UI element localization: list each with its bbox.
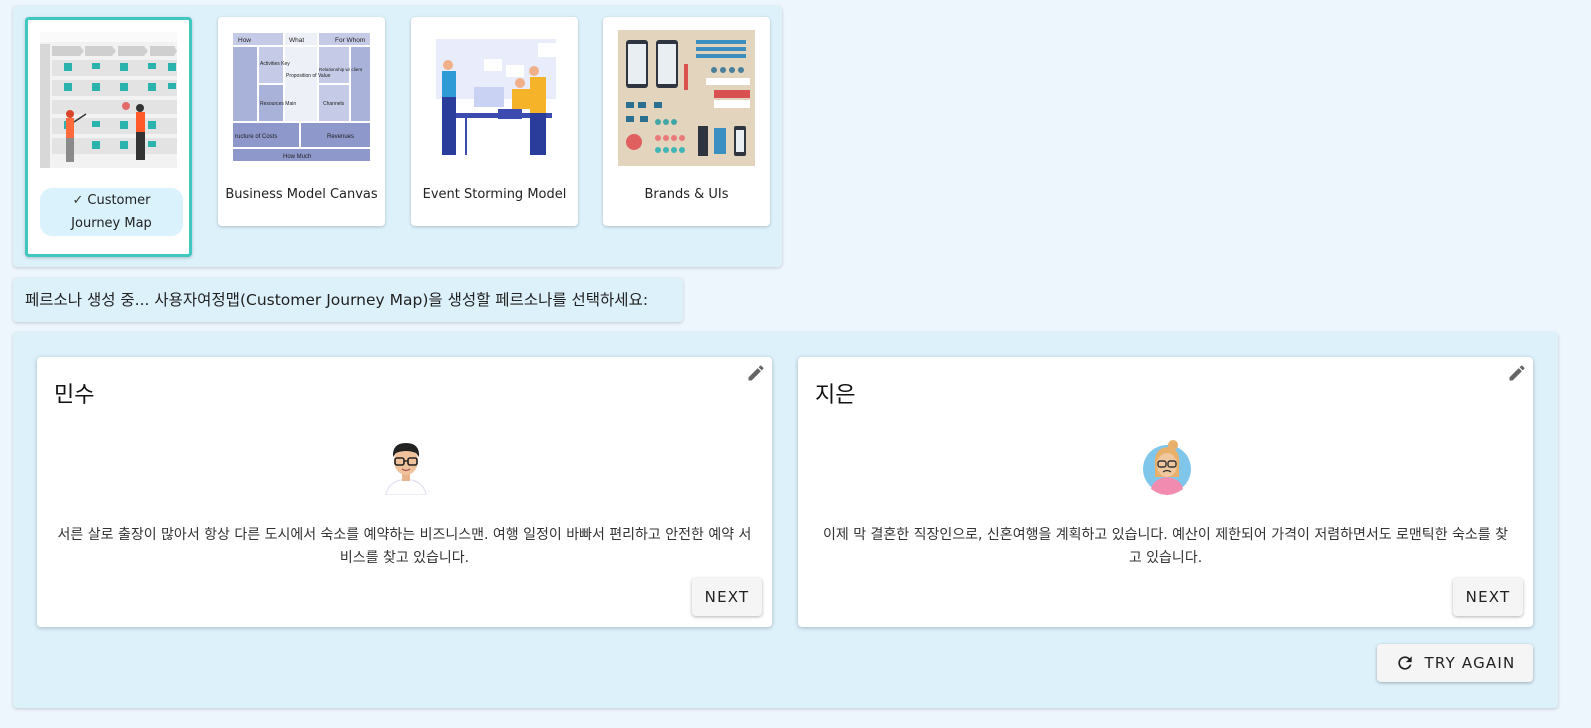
female-avatar-icon (1141, 437, 1193, 495)
svg-text:For Whom: For Whom (335, 37, 365, 44)
persona-name: 지은 (815, 383, 856, 408)
svg-text:Proposition of Value: Proposition of Value (286, 73, 331, 79)
template-card-business-model-canvas[interactable]: How What For Whom Activities Key Proposi… (218, 17, 385, 226)
business-model-canvas-thumbnail-icon: How What For Whom Activities Key Proposi… (233, 33, 370, 169)
persona-description: 이제 막 결혼한 직장인으로, 신혼여행을 계획하고 있습니다. 예산이 제한되… (823, 527, 1508, 566)
check-icon: ✓ (72, 193, 84, 208)
svg-text:Activities Key: Activities Key (260, 61, 290, 67)
customer-journey-thumbnail-icon (40, 32, 177, 168)
template-label: Event Storming Model (422, 187, 567, 202)
refresh-icon (1395, 653, 1415, 673)
try-again-button[interactable]: TRY AGAIN (1377, 644, 1533, 682)
event-storming-thumbnail-icon (426, 35, 563, 171)
svg-text:Revenues: Revenues (327, 134, 354, 140)
svg-text:How Much: How Much (283, 154, 311, 160)
edit-pencil-icon[interactable] (746, 363, 766, 383)
brands-uis-thumbnail-icon (618, 30, 755, 166)
persona-panel: 민수 서른 살로 출장이 많아서 항상 다른 도시에서 숙소를 예약하는 비즈니… (13, 332, 1558, 708)
next-button[interactable]: NEXT (1453, 578, 1523, 616)
next-button[interactable]: NEXT (692, 578, 762, 616)
persona-description: 서른 살로 출장이 많아서 항상 다른 도시에서 숙소를 예약하는 비즈니스맨.… (57, 527, 752, 566)
edit-pencil-icon[interactable] (1507, 363, 1527, 383)
template-panel: ✓ Customer Journey Map How What For Whom … (13, 6, 782, 267)
try-again-label: TRY AGAIN (1424, 654, 1516, 672)
svg-text:Relationship w/ client: Relationship w/ client (319, 67, 363, 72)
svg-text:How: How (238, 37, 251, 44)
svg-text:ructure of Costs: ructure of Costs (235, 134, 277, 140)
svg-text:What: What (289, 37, 304, 44)
template-card-customer-journey-map[interactable]: ✓ Customer Journey Map (25, 17, 192, 257)
status-message: 페르소나 생성 중... 사용자여정맵(Customer Journey Map… (13, 278, 683, 322)
male-avatar-icon (380, 437, 432, 496)
persona-card-1[interactable]: 민수 서른 살로 출장이 많아서 항상 다른 도시에서 숙소를 예약하는 비즈니… (37, 357, 772, 627)
template-card-event-storming-model[interactable]: Event Storming Model (411, 17, 578, 226)
template-card-brands-uis[interactable]: Brands & UIs (603, 17, 770, 226)
persona-name: 민수 (54, 383, 95, 408)
svg-text:Channels: Channels (323, 101, 345, 107)
persona-card-2[interactable]: 지은 이제 막 결혼한 직장인으로, 신혼여행을 계획하고 있습니다. 예산이 … (798, 357, 1533, 627)
template-label: Business Model Canvas (225, 187, 378, 202)
selected-template-chip: ✓ Customer Journey Map (40, 188, 183, 236)
template-label: Brands & UIs (644, 187, 729, 202)
svg-text:Resources Main: Resources Main (260, 101, 296, 107)
status-text: 페르소나 생성 중... 사용자여정맵(Customer Journey Map… (25, 291, 649, 309)
